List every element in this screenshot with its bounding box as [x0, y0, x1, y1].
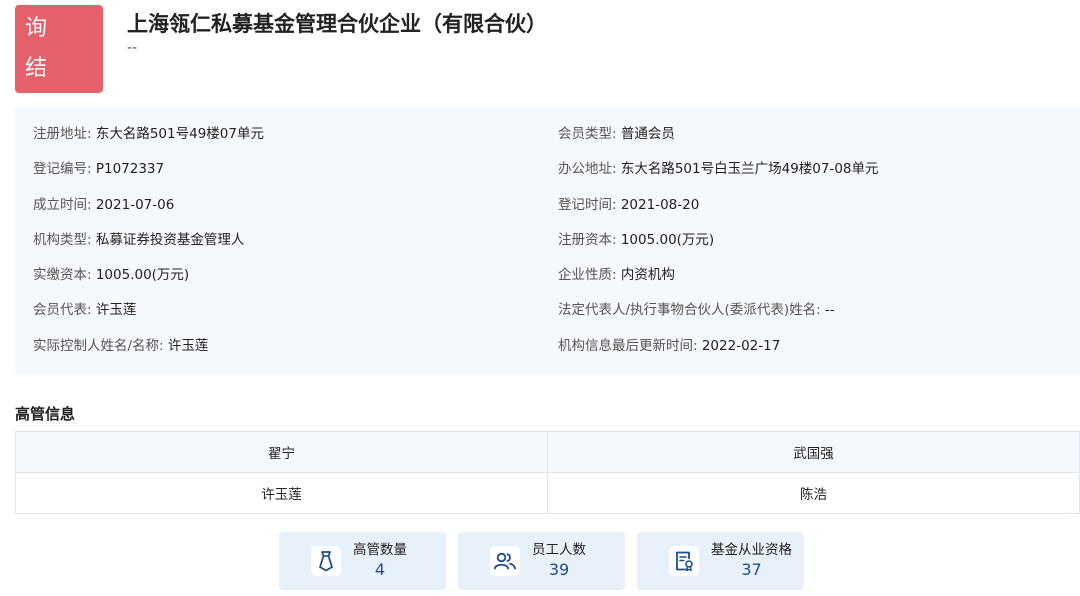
info-legal-representative: 法定代表人/执行事物合伙人(委派代表)姓名: --	[558, 300, 879, 335]
info-label: 实际控制人姓名/名称:	[33, 337, 168, 354]
info-label: 成立时间:	[33, 196, 96, 213]
info-label: 实缴资本:	[33, 267, 96, 284]
info-value: 许玉莲	[95, 302, 137, 319]
stat-employee-count: 员工人数 39	[458, 532, 625, 590]
stat-value: 37	[741, 560, 762, 579]
info-established-date: 成立时间: 2021-07-06	[33, 195, 264, 230]
stat-value: 4	[374, 560, 386, 579]
info-value: 内资机构	[620, 267, 675, 284]
people-icon	[490, 546, 520, 576]
info-value: 东大名路501号白玉兰广场49楼07-08单元	[620, 161, 879, 178]
info-label: 会员类型:	[558, 126, 621, 142]
info-label: 法定代表人/执行事物合伙人(委派代表)姓名:	[558, 302, 825, 319]
badge-line-1: 查 询	[25, 0, 58, 41]
info-registration-number: 登记编号: P1072337	[33, 159, 264, 194]
company-info-panel: 注册地址: 东大名路501号49楼07单元 登记编号: P1072337 成立时…	[15, 107, 1080, 374]
info-value: --	[824, 302, 835, 319]
info-registered-capital: 注册资本: 1005.00(万元)	[558, 230, 879, 265]
table-row: 翟宁 武国强	[15, 431, 1080, 473]
info-value: 2021-07-06	[95, 196, 175, 213]
tie-icon	[311, 546, 341, 576]
info-paid-in-capital: 实缴资本: 1005.00(万元)	[33, 265, 264, 300]
info-value: 私募证券投资基金管理人	[95, 231, 245, 248]
info-office-address: 办公地址: 东大名路501号白玉兰广场49楼07-08单元	[558, 159, 879, 194]
stat-value: 39	[548, 560, 570, 579]
info-value: 东大名路501号49楼07单元	[95, 126, 264, 142]
certificate-icon	[669, 546, 699, 576]
stat-label: 员工人数	[532, 542, 586, 558]
stat-executive-count: 高管数量 4	[279, 532, 446, 590]
info-value: 1005.00(万元)	[620, 231, 715, 248]
executive-name-cell: 翟宁	[15, 431, 548, 473]
stats-bar: 高管数量 4 员工人数 39 基金从业资格 37	[279, 532, 804, 590]
stat-label: 高管数量	[353, 542, 407, 558]
info-label: 办公地址:	[558, 161, 621, 178]
info-actual-controller: 实际控制人姓名/名称: 许玉莲	[33, 336, 264, 371]
info-institution-type: 机构类型: 私募证券投资基金管理人	[33, 230, 264, 265]
info-value: 许玉莲	[167, 337, 209, 354]
info-label: 企业性质:	[558, 267, 621, 284]
query-result-badge: 查 询 结 果	[15, 0, 103, 121]
info-registration-date: 登记时间: 2021-08-20	[558, 195, 879, 230]
info-member-representative: 会员代表: 许玉莲	[33, 300, 264, 335]
info-label: 注册地址:	[33, 126, 96, 142]
info-member-type: 会员类型: 普通会员	[558, 124, 879, 159]
info-label: 会员代表:	[33, 302, 96, 319]
executive-name-cell: 武国强	[547, 431, 1080, 473]
info-label: 登记编号:	[33, 161, 96, 178]
stat-fund-qualified-count: 基金从业资格 37	[637, 532, 804, 590]
info-value: 1005.00(万元)	[95, 267, 190, 284]
info-label: 机构信息最后更新时间:	[558, 337, 702, 354]
info-value: 2022-02-17	[701, 337, 781, 354]
info-label: 登记时间:	[558, 196, 621, 213]
info-last-updated: 机构信息最后更新时间: 2022-02-17	[558, 336, 879, 371]
info-column-left: 注册地址: 东大名路501号49楼07单元 登记编号: P1072337 成立时…	[33, 124, 264, 371]
table-row: 许玉莲 陈浩	[15, 472, 1080, 514]
info-label: 机构类型:	[33, 231, 96, 248]
info-label: 注册资本:	[558, 231, 621, 248]
executives-table: 翟宁 武国强 许玉莲 陈浩	[15, 431, 1080, 514]
company-name: 上海瓴仁私募基金管理合伙企业（有限合伙）	[127, 12, 547, 36]
info-value: P1072337	[95, 161, 165, 178]
info-value: 2021-08-20	[620, 196, 700, 213]
info-registered-address: 注册地址: 东大名路501号49楼07单元	[33, 124, 264, 159]
executive-name-cell: 陈浩	[547, 472, 1080, 514]
info-enterprise-nature: 企业性质: 内资机构	[558, 265, 879, 300]
info-value: 普通会员	[620, 126, 675, 142]
executives-section-title: 高管信息	[15, 405, 76, 423]
info-column-right: 会员类型: 普通会员 办公地址: 东大名路501号白玉兰广场49楼07-08单元…	[558, 124, 879, 371]
executive-name-cell: 许玉莲	[15, 472, 548, 514]
stat-label: 基金从业资格	[711, 542, 792, 558]
company-subtitle: --	[127, 40, 138, 56]
